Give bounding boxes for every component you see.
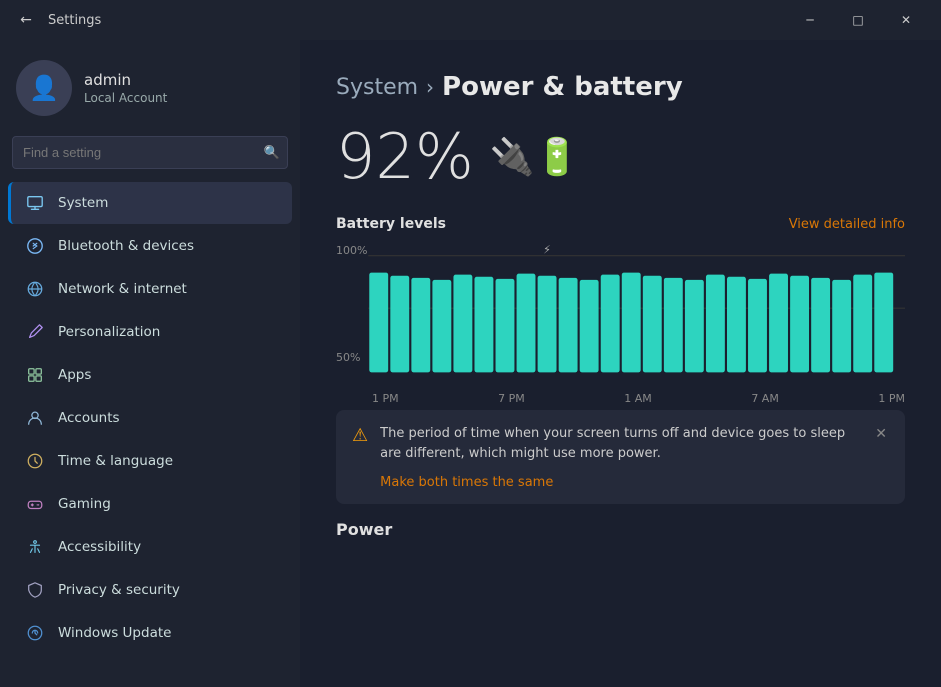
battery-chart-container: Battery levels View detailed info 100% 5…	[336, 216, 905, 394]
main-content: System › Power & battery 92% 🔌🔋 Battery …	[300, 40, 941, 687]
sidebar-label-accounts: Accounts	[58, 410, 120, 426]
sidebar-label-system: System	[58, 195, 108, 211]
personalization-icon	[24, 321, 46, 343]
sidebar-item-accessibility[interactable]: Accessibility	[8, 526, 292, 568]
sidebar-label-update: Windows Update	[58, 625, 171, 641]
avatar: 👤	[16, 60, 72, 116]
gaming-icon	[24, 493, 46, 515]
sidebar-label-bluetooth: Bluetooth & devices	[58, 238, 194, 254]
sidebar-item-accounts[interactable]: Accounts	[8, 397, 292, 439]
sidebar-label-apps: Apps	[58, 367, 91, 383]
user-profile[interactable]: 👤 admin Local Account	[0, 40, 300, 132]
warning-box: ⚠ The period of time when your screen tu…	[336, 410, 905, 504]
search-container: 🔍	[12, 136, 288, 169]
user-type: Local Account	[84, 91, 167, 105]
x-label: 7 AM	[751, 392, 779, 405]
breadcrumb-separator: ›	[426, 75, 434, 99]
window-controls: ─ □ ✕	[787, 4, 929, 36]
sidebar-label-accessibility: Accessibility	[58, 539, 141, 555]
sidebar-item-update[interactable]: Windows Update	[8, 612, 292, 654]
search-icon: 🔍	[264, 145, 280, 160]
back-icon: ←	[20, 12, 32, 28]
warning-link[interactable]: Make both times the same	[380, 475, 553, 490]
battery-display: 92% 🔌🔋	[336, 126, 905, 188]
bluetooth-icon	[24, 235, 46, 257]
svg-text:⚡: ⚡	[543, 244, 551, 256]
accessibility-icon	[24, 536, 46, 558]
minimize-button[interactable]: ─	[787, 4, 833, 36]
privacy-icon	[24, 579, 46, 601]
warning-content: The period of time when your screen turn…	[380, 424, 861, 490]
sidebar-item-privacy[interactable]: Privacy & security	[8, 569, 292, 611]
sidebar-item-system[interactable]: System	[8, 182, 292, 224]
chart-title: Battery levels	[336, 216, 446, 232]
close-button[interactable]: ✕	[883, 4, 929, 36]
nav-list: System Bluetooth & devices Network & int…	[0, 181, 300, 655]
sidebar-item-gaming[interactable]: Gaming	[8, 483, 292, 525]
app-title: Settings	[48, 13, 787, 28]
sidebar-label-network: Network & internet	[58, 281, 187, 297]
sidebar-item-network[interactable]: Network & internet	[8, 268, 292, 310]
breadcrumb-parent: System	[336, 75, 418, 100]
time-icon	[24, 450, 46, 472]
sidebar-label-gaming: Gaming	[58, 496, 111, 512]
search-input[interactable]	[12, 136, 288, 169]
back-button[interactable]: ←	[12, 6, 40, 34]
sidebar-label-personalization: Personalization	[58, 324, 160, 340]
chart-header: Battery levels View detailed info	[336, 216, 905, 232]
sidebar-item-apps[interactable]: Apps	[8, 354, 292, 396]
accounts-icon	[24, 407, 46, 429]
sidebar-label-privacy: Privacy & security	[58, 582, 180, 598]
minimize-icon: ─	[806, 13, 813, 27]
sidebar-label-time: Time & language	[58, 453, 173, 469]
sidebar-item-personalization[interactable]: Personalization	[8, 311, 292, 353]
user-name: admin	[84, 71, 167, 89]
sidebar-item-bluetooth[interactable]: Bluetooth & devices	[8, 225, 292, 267]
battery-percentage: 92%	[336, 126, 474, 188]
apps-icon	[24, 364, 46, 386]
x-label: 1 PM	[372, 392, 399, 405]
sidebar: 👤 admin Local Account 🔍 System Bluetooth…	[0, 40, 300, 687]
power-section-title: Power	[336, 520, 905, 539]
maximize-icon: □	[852, 13, 863, 27]
maximize-button[interactable]: □	[835, 4, 881, 36]
network-icon	[24, 278, 46, 300]
warning-icon: ⚠	[352, 425, 368, 446]
update-icon	[24, 622, 46, 644]
breadcrumb: System › Power & battery	[336, 72, 905, 102]
x-label: 1 AM	[624, 392, 652, 405]
y-label-100: 100%	[336, 244, 367, 257]
breadcrumb-current: Power & battery	[442, 72, 683, 102]
warning-close-button[interactable]: ✕	[873, 424, 889, 444]
sidebar-item-time[interactable]: Time & language	[8, 440, 292, 482]
battery-icon: 🔌🔋	[490, 136, 580, 178]
chart-y-labels: 100% 50%	[336, 244, 367, 364]
chart-area: 100% 50% ⚡ 1 PM7 PM1 AM7 AM1 PM	[336, 244, 905, 394]
user-info: admin Local Account	[84, 71, 167, 105]
close-icon: ✕	[901, 13, 911, 27]
titlebar: ← Settings ─ □ ✕	[0, 0, 941, 40]
avatar-icon: 👤	[29, 74, 59, 102]
x-label: 1 PM	[878, 392, 905, 405]
x-label: 7 PM	[498, 392, 525, 405]
chart-svg: ⚡	[336, 244, 905, 384]
warning-text: The period of time when your screen turn…	[380, 424, 861, 463]
main-layout: 👤 admin Local Account 🔍 System Bluetooth…	[0, 40, 941, 687]
view-detailed-link[interactable]: View detailed info	[789, 217, 905, 232]
system-icon	[24, 192, 46, 214]
chart-x-labels: 1 PM 7 PM 1 AM 7 AM 1 PM	[336, 388, 905, 405]
y-label-50: 50%	[336, 351, 367, 364]
